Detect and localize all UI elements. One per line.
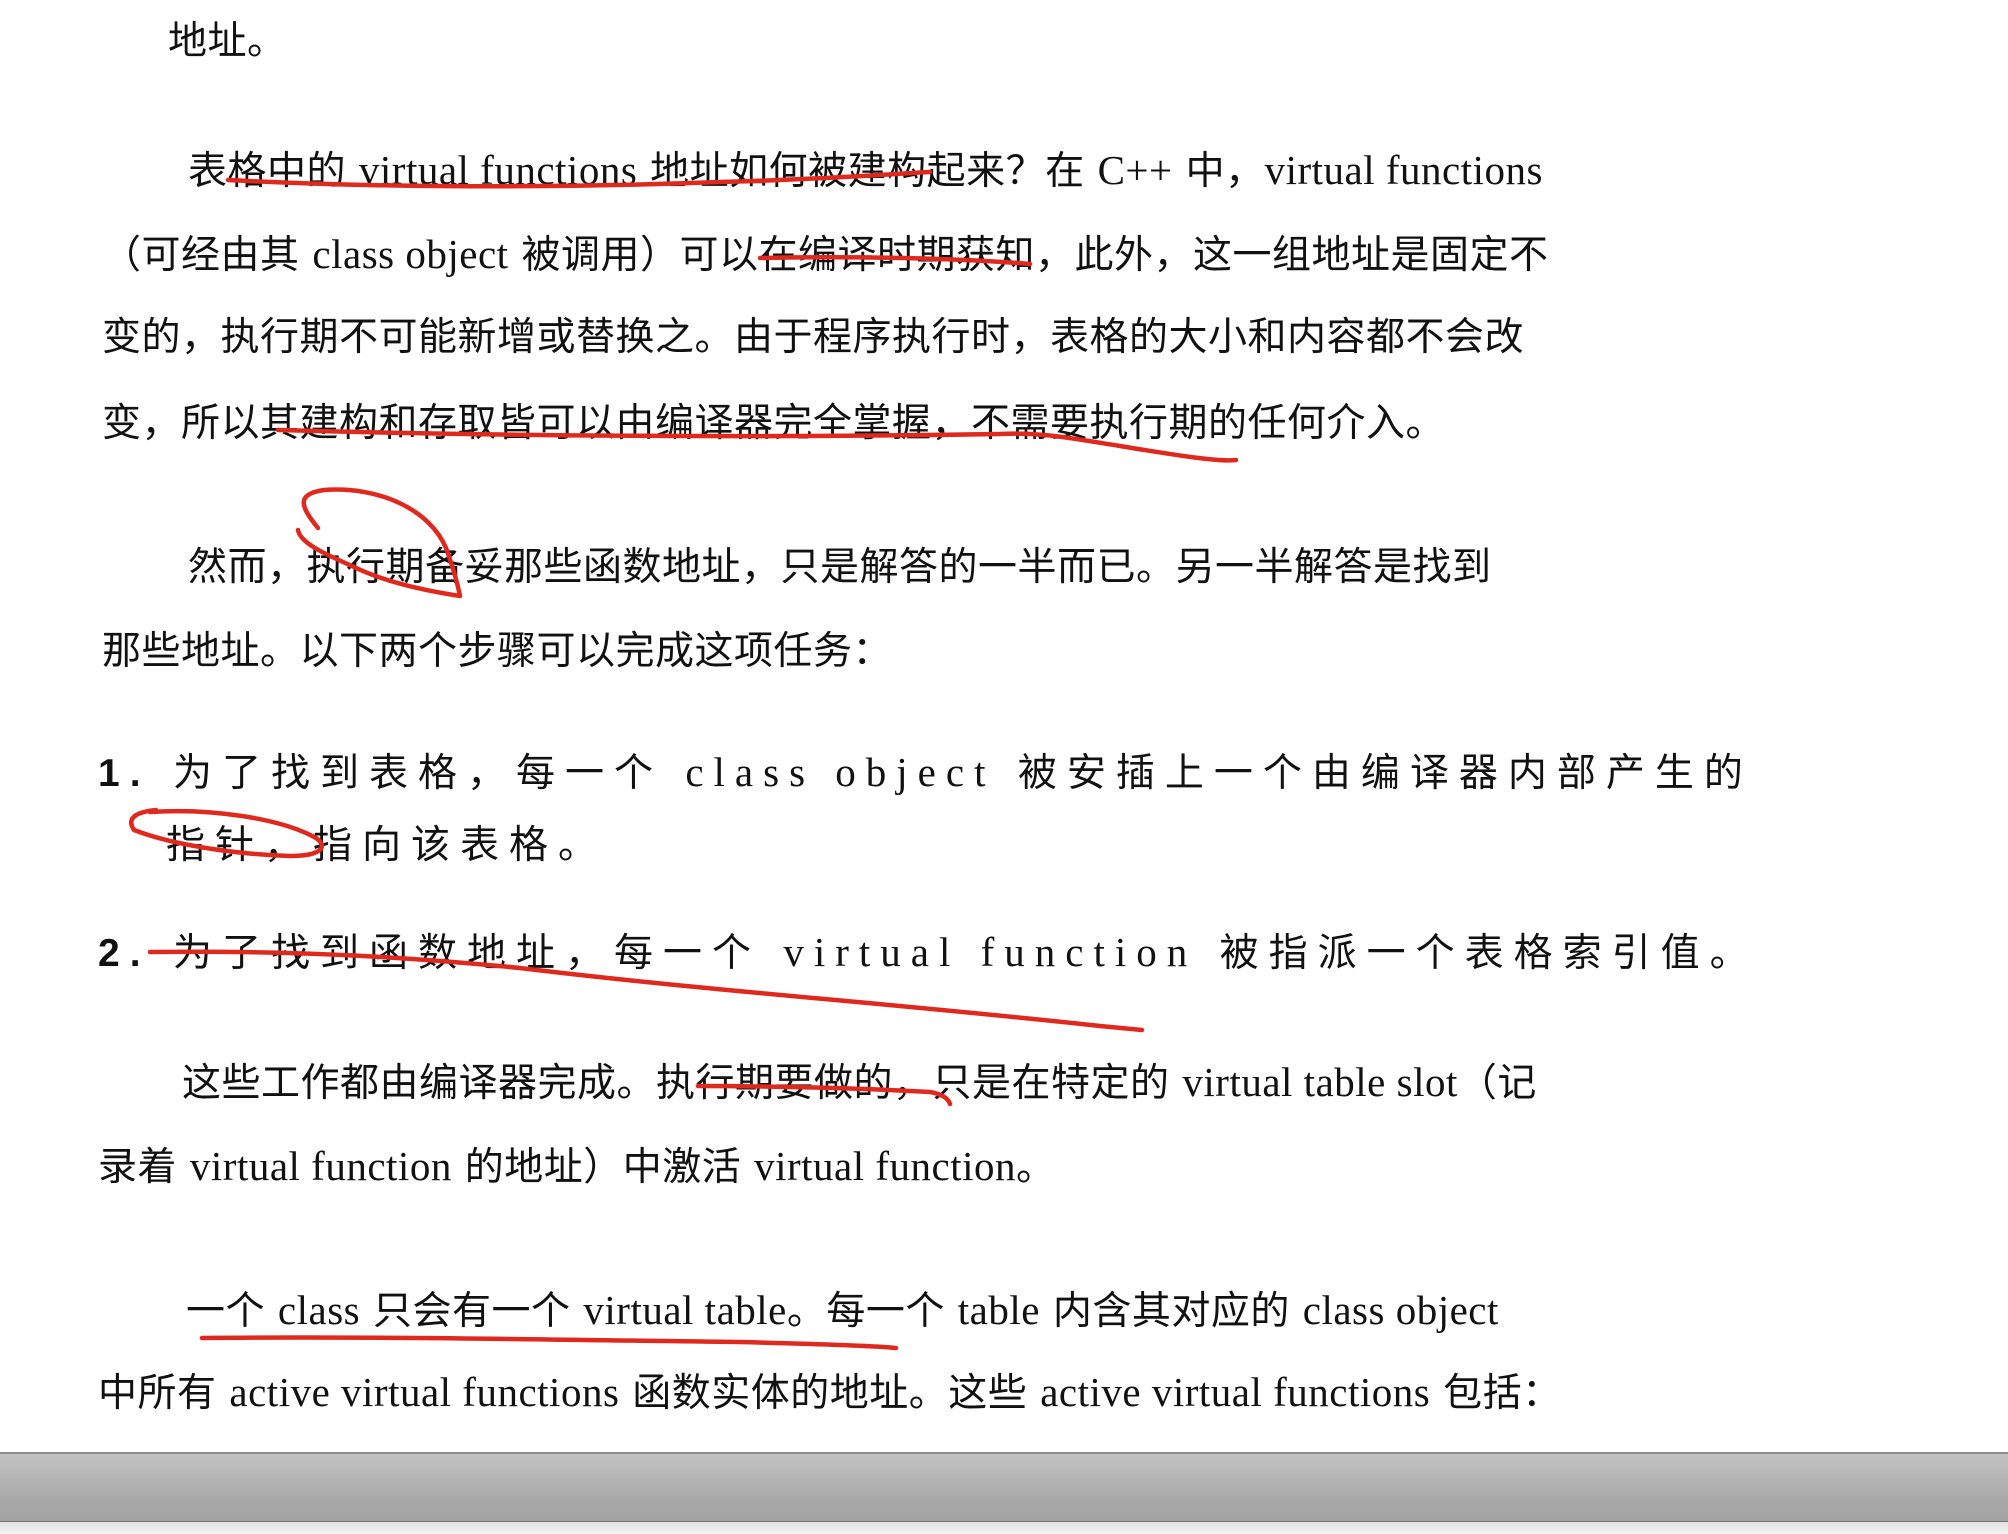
p1-l1-latin2: virtual functions: [1264, 147, 1543, 193]
p1-l1-cpp: C++: [1097, 147, 1173, 193]
p1-l3-text: 变的，执行期不可能新增或替换之。由于程序执行时，表格的大小和内容都不会改: [102, 315, 1525, 360]
p2-l2-text: 那些地址。以下两个步骤可以完成这项任务：: [102, 629, 893, 674]
p4-line2: 中所有 active virtual functions 函数实体的地址。这些 …: [98, 1369, 1562, 1416]
p1-line3: 变的，执行期不可能新增或替换之。由于程序执行时，表格的大小和内容都不会改: [102, 318, 1524, 357]
document-viewport[interactable]: 地址。 表格中的 virtual functions 地址如何被建构起来？在 C…: [0, 0, 2008, 1452]
viewer-bottom-toolbar: [0, 1452, 2008, 1534]
pen-annotations: [129, 169, 1239, 1351]
p3-l1-pre: 这些工作都由编译器完成。执行期要做的，只是在特定的: [182, 1061, 1183, 1106]
p3-l2-post: 。: [1016, 1145, 1056, 1190]
p4-l1-mid3: 内含其对应的: [1039, 1289, 1303, 1334]
p3-l2-latin: virtual function: [189, 1143, 452, 1189]
p1-l2-pre: （可经由其: [102, 233, 313, 278]
p4-l2-pre: 中所有: [98, 1371, 230, 1416]
list-item-1-number: 1.: [98, 752, 151, 795]
list-item-1-latin: class object: [685, 749, 996, 795]
p4-l2-latin2: active virtual functions: [1040, 1369, 1431, 1415]
p3-l1-latin: virtual table slot: [1182, 1059, 1458, 1105]
list-item-2: 2. 为了找到函数地址，每一个 virtual function 被指派一个表格…: [98, 929, 1759, 976]
list-item-1-line2: 指针，指向该表格。: [166, 826, 607, 865]
p1-line2: （可经由其 class object 被调用）可以在编译时期获知，此外，这一组地…: [102, 231, 1549, 278]
p1-l1-pre: 表格中的: [188, 149, 359, 194]
p4-line1: 一个 class 只会有一个 virtual table。每一个 table 内…: [186, 1287, 1499, 1334]
p4-l2-post: 包括：: [1430, 1371, 1562, 1416]
p2-line1: 然而，执行期备妥那些函数地址，只是解答的一半而已。另一半解答是找到: [188, 548, 1492, 587]
p1-l1-mid2: 中，: [1172, 149, 1265, 194]
p4-l1-mid: 只会有一个: [360, 1289, 584, 1334]
p3-line1: 这些工作都由编译器完成。执行期要做的，只是在特定的 virtual table …: [182, 1059, 1537, 1106]
p4-l2-mid: 函数实体的地址。这些: [619, 1371, 1041, 1416]
list-item-2-latin: virtual function: [783, 929, 1198, 975]
p3-line2: 录着 virtual function 的地址）中激活 virtual func…: [98, 1143, 1056, 1190]
p4-l2-latin: active virtual functions: [229, 1369, 620, 1415]
p3-l2-mid: 的地址）中激活: [451, 1145, 755, 1190]
p4-l1-latin4: class object: [1302, 1287, 1499, 1333]
p0-line1-text: 地址。: [168, 19, 287, 64]
list-item-1-pre: 为了找到表格，每一个: [172, 751, 686, 796]
p1-l4-text: 变，所以其建构和存取皆可以由编译器完全掌握，不需要执行期的任何介入。: [102, 401, 1446, 446]
p4-l1-mid2: 。每一个: [786, 1289, 958, 1334]
p1-l2-latin: class object: [312, 231, 509, 277]
list-item-1-line2-text: 指针，指向该表格。: [166, 823, 608, 868]
list-item-2-number: 2.: [98, 932, 151, 975]
p3-l1-post: （记: [1457, 1061, 1537, 1106]
underline-p4-line1: [199, 1335, 899, 1351]
p4-l1-latin3: table: [957, 1287, 1040, 1333]
p1-line1: 表格中的 virtual functions 地址如何被建构起来？在 C++ 中…: [188, 147, 1543, 194]
p0-line1: 地址。: [168, 22, 287, 61]
p3-l2-pre: 录着: [98, 1145, 190, 1190]
p1-l1-mid: 地址如何被建构起来？在: [637, 149, 1098, 194]
list-item-2-pre: 为了找到函数地址，每一个: [172, 931, 784, 976]
list-item-1-post: 被安插上一个由编译器内部产生的: [995, 751, 1753, 796]
viewer-bottom-edge: [0, 1521, 2008, 1534]
p2-l1-text: 然而，执行期备妥那些函数地址，只是解答的一半而已。另一半解答是找到: [188, 545, 1492, 590]
p1-l1-latin: virtual functions: [358, 147, 638, 193]
p1-line4: 变，所以其建构和存取皆可以由编译器完全掌握，不需要执行期的任何介入。: [102, 404, 1445, 443]
document-page: 地址。 表格中的 virtual functions 地址如何被建构起来？在 C…: [0, 0, 2008, 1534]
p3-l2-latin2: virtual function: [754, 1143, 1017, 1189]
p4-l1-latin2: virtual table: [583, 1287, 787, 1333]
p2-line2: 那些地址。以下两个步骤可以完成这项任务：: [102, 632, 892, 671]
list-item-2-post: 被指派一个表格索引值。: [1197, 931, 1759, 976]
p4-l1-pre: 一个: [186, 1289, 278, 1334]
p1-l2-post: 被调用）可以在编译时期获知，此外，这一组地址是固定不: [508, 233, 1549, 278]
list-item-1: 1. 为了找到表格，每一个 class object 被安插上一个由编译器内部产…: [98, 749, 1753, 796]
p4-l1-latin: class: [277, 1287, 361, 1333]
